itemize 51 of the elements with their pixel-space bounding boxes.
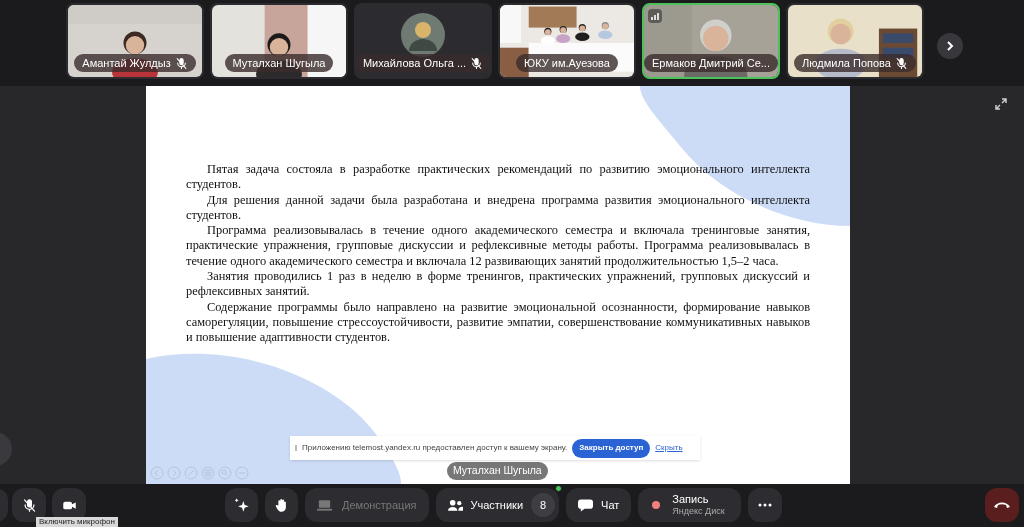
slide-paragraph: Содержание программы было направлено на развитие эмоциональной осознанности, формирование навыков саморегуляции, повышение стрессоустойчивости, развитие эмпатии, совершенствование коммуникативных навыков и повышение адаптивности студентов.: [186, 299, 810, 346]
participant-tile[interactable]: Михайлова Ольга ...: [354, 3, 492, 79]
slide-paragraph: Программа реализовывалась в течение одного академического семестра и включала тренинговые занятия, практические упражнения, групповые дискуссии и рефлексивные методы работы. Программа реализовывалась в течение одного академического семестра и включала 12 развивающих занятий продолжительностью 1,5–2 часа.: [186, 223, 810, 270]
hang-up-button[interactable]: [985, 488, 1019, 522]
participant-tile[interactable]: Муталхан Шугыла: [210, 3, 348, 79]
participant-name: Ермаков Дмитрий Се...: [652, 55, 770, 71]
participant-tile[interactable]: Людмила Попова: [786, 3, 924, 79]
more-button[interactable]: [747, 488, 782, 522]
chevron-right-icon: [944, 40, 956, 52]
record-button[interactable]: Запись Яндекс Диск: [638, 488, 741, 522]
fullscreen-button[interactable]: [994, 96, 1010, 112]
mic-off-icon: [21, 497, 37, 513]
close-access-button[interactable]: Закрыть доступ: [572, 438, 651, 458]
laptop-icon: [317, 498, 332, 512]
hand-icon: [274, 497, 289, 513]
sparkle-icon: [233, 497, 250, 513]
participant-name: Людмила Попова: [802, 55, 891, 71]
chat-button[interactable]: Чат: [566, 488, 632, 522]
more-icon: [757, 503, 772, 507]
tooltip: Включить микрофон: [36, 517, 118, 527]
record-destination: Яндекс Диск: [672, 505, 725, 517]
participants-button[interactable]: Участники 8: [435, 488, 560, 522]
drag-handle-icon: [295, 445, 297, 451]
raise-hand-button[interactable]: [265, 488, 298, 522]
slide-paragraph: Пятая задача состояла в разработке практических рекомендаций по развитию эмоционального интеллекта студентов.: [186, 162, 810, 193]
expand-icon: [994, 97, 1008, 111]
slide-paragraph: Занятия проводились 1 раз в неделю в форме тренингов, практических упражнений, групповых дискуссий и рефлексивных занятий.: [186, 269, 810, 300]
participant-tile[interactable]: ЮКУ им.Ауезова: [498, 3, 636, 79]
participant-name: Амантай Жулдыз: [82, 55, 171, 71]
participant-tile[interactable]: Амантай Жулдыз: [66, 3, 204, 79]
record-label: Запись: [672, 493, 709, 505]
effects-button[interactable]: [225, 488, 258, 522]
mic-off-icon: [894, 56, 908, 70]
record-icon: [652, 501, 661, 509]
mic-off-icon: [174, 56, 188, 70]
next-button[interactable]: [937, 33, 963, 59]
avatar: [401, 13, 445, 57]
hide-link[interactable]: Скрыть: [655, 442, 683, 454]
chat-icon: [578, 498, 594, 512]
people-icon: [447, 498, 463, 512]
phone-icon: [994, 501, 1010, 509]
mic-off-icon: [470, 56, 484, 70]
participant-name: ЮКУ им.Ауезова: [524, 55, 610, 71]
participant-tile[interactable]: Ермаков Дмитрий Се...: [642, 3, 780, 79]
participant-count: 8: [531, 493, 556, 517]
banner-text: Приложению telemost.yandex.ru предоставлен доступ к вашему экрану.: [302, 442, 568, 454]
presenter-label: Муталхан Шугыла: [447, 462, 548, 480]
participant-name: Михайлова Ольга ...: [362, 55, 467, 71]
participant-name: Муталхан Шугыла: [232, 55, 326, 71]
slide-paragraph: Для решения данной задачи была разработана и внедрена программа развития эмоционального интеллекта студентов.: [186, 192, 810, 224]
signal-icon: [648, 9, 662, 23]
